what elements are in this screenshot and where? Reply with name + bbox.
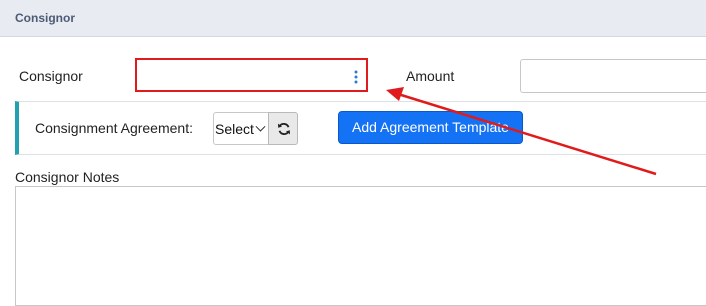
chevron-down-icon [255,121,266,132]
amount-label: Amount [406,68,455,84]
refresh-button[interactable] [268,112,298,145]
add-agreement-template-button[interactable]: Add Agreement Template [338,111,523,144]
consignor-input[interactable] [135,58,368,92]
agreement-select-value: Select [215,121,254,137]
panel-title: Consignor [15,11,75,25]
notes-textarea[interactable] [15,186,706,306]
agreement-label: Consignment Agreement: [35,120,193,136]
agreement-select[interactable]: Select [213,112,269,145]
amount-input[interactable] [520,59,706,93]
consignor-label: Consignor [19,68,83,84]
panel-header: Consignor [0,0,706,37]
kebab-menu-icon[interactable] [354,70,358,84]
refresh-icon [278,123,290,135]
notes-label: Consignor Notes [15,169,120,185]
